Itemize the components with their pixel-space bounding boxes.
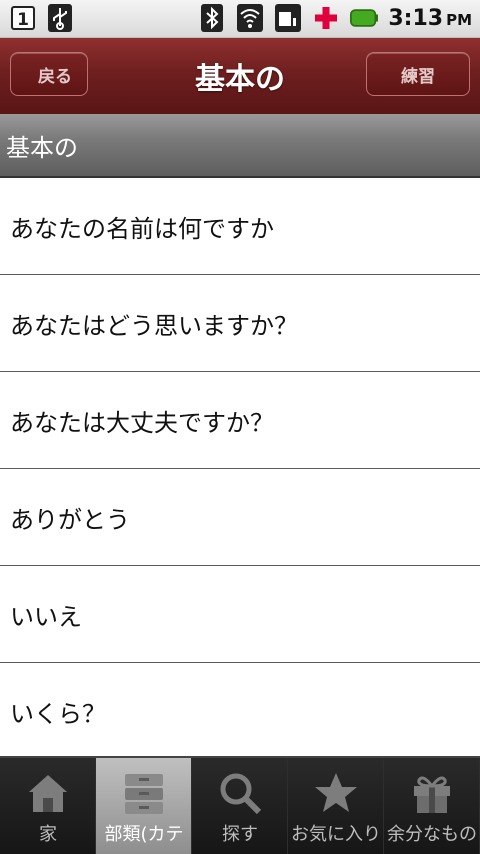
signal-icon [274, 4, 302, 32]
tab-favorites[interactable]: お気に入り [288, 758, 384, 854]
tab-home[interactable]: 家 [0, 758, 96, 854]
tab-label: 探す [222, 824, 258, 845]
sim-slot-number: 1 [17, 10, 29, 30]
tab-label: お気に入り [291, 824, 381, 845]
list-item[interactable]: いくら？ [0, 663, 480, 756]
clock-time: 3:13 [388, 5, 444, 31]
tab-search[interactable]: 探す [192, 758, 288, 854]
sim-slot-icon: 1 [10, 4, 38, 32]
tab-label: 家 [39, 824, 57, 845]
list-item[interactable]: いいえ [0, 566, 480, 663]
section-header: 基本の [0, 114, 480, 178]
list-item[interactable]: あなたは大丈夫ですか？ [0, 372, 480, 469]
usb-icon [46, 4, 74, 32]
wifi-icon [236, 4, 264, 32]
gift-icon [407, 768, 457, 818]
tab-label: 余分なもの [387, 824, 477, 845]
list-item-label: あなたは大丈夫ですか？ [10, 408, 274, 437]
search-icon [215, 768, 265, 818]
tab-bar: 家 部類(カテ 探す お気に入り 余分なもの [0, 756, 480, 854]
list-item-label: あなたはどう思いますか？ [10, 311, 298, 340]
list-item[interactable]: ありがとう [0, 469, 480, 566]
list-item[interactable]: あなたの名前は何ですか [0, 178, 480, 275]
list-item-label: いくら？ [10, 699, 106, 728]
tab-label: 部類(カテ [104, 824, 184, 845]
star-icon [311, 768, 361, 818]
list-item[interactable]: あなたはどう思いますか？ [0, 275, 480, 372]
practice-button[interactable]: 練習 [366, 52, 470, 96]
clock-ampm: PM [446, 10, 472, 29]
tab-extras[interactable]: 余分なもの [384, 758, 480, 854]
clock: 3:13 PM [388, 6, 472, 31]
title-bar: 基本の 戻る 練習 [0, 38, 480, 114]
categories-icon [119, 768, 169, 818]
battery-icon [350, 4, 379, 32]
list-item-label: いいえ [10, 602, 82, 631]
home-icon [23, 768, 73, 818]
status-bar: 1 3:13 PM [0, 0, 480, 38]
bluetooth-icon [198, 4, 226, 32]
phrase-list: あなたの名前は何ですか あなたはどう思いますか？ あなたは大丈夫ですか？ ありが… [0, 178, 480, 756]
list-item-label: ありがとう [10, 505, 130, 534]
back-button[interactable]: 戻る [10, 52, 88, 96]
list-item-label: あなたの名前は何ですか [10, 214, 274, 243]
add-icon [312, 4, 340, 32]
tab-categories[interactable]: 部類(カテ [96, 758, 192, 854]
